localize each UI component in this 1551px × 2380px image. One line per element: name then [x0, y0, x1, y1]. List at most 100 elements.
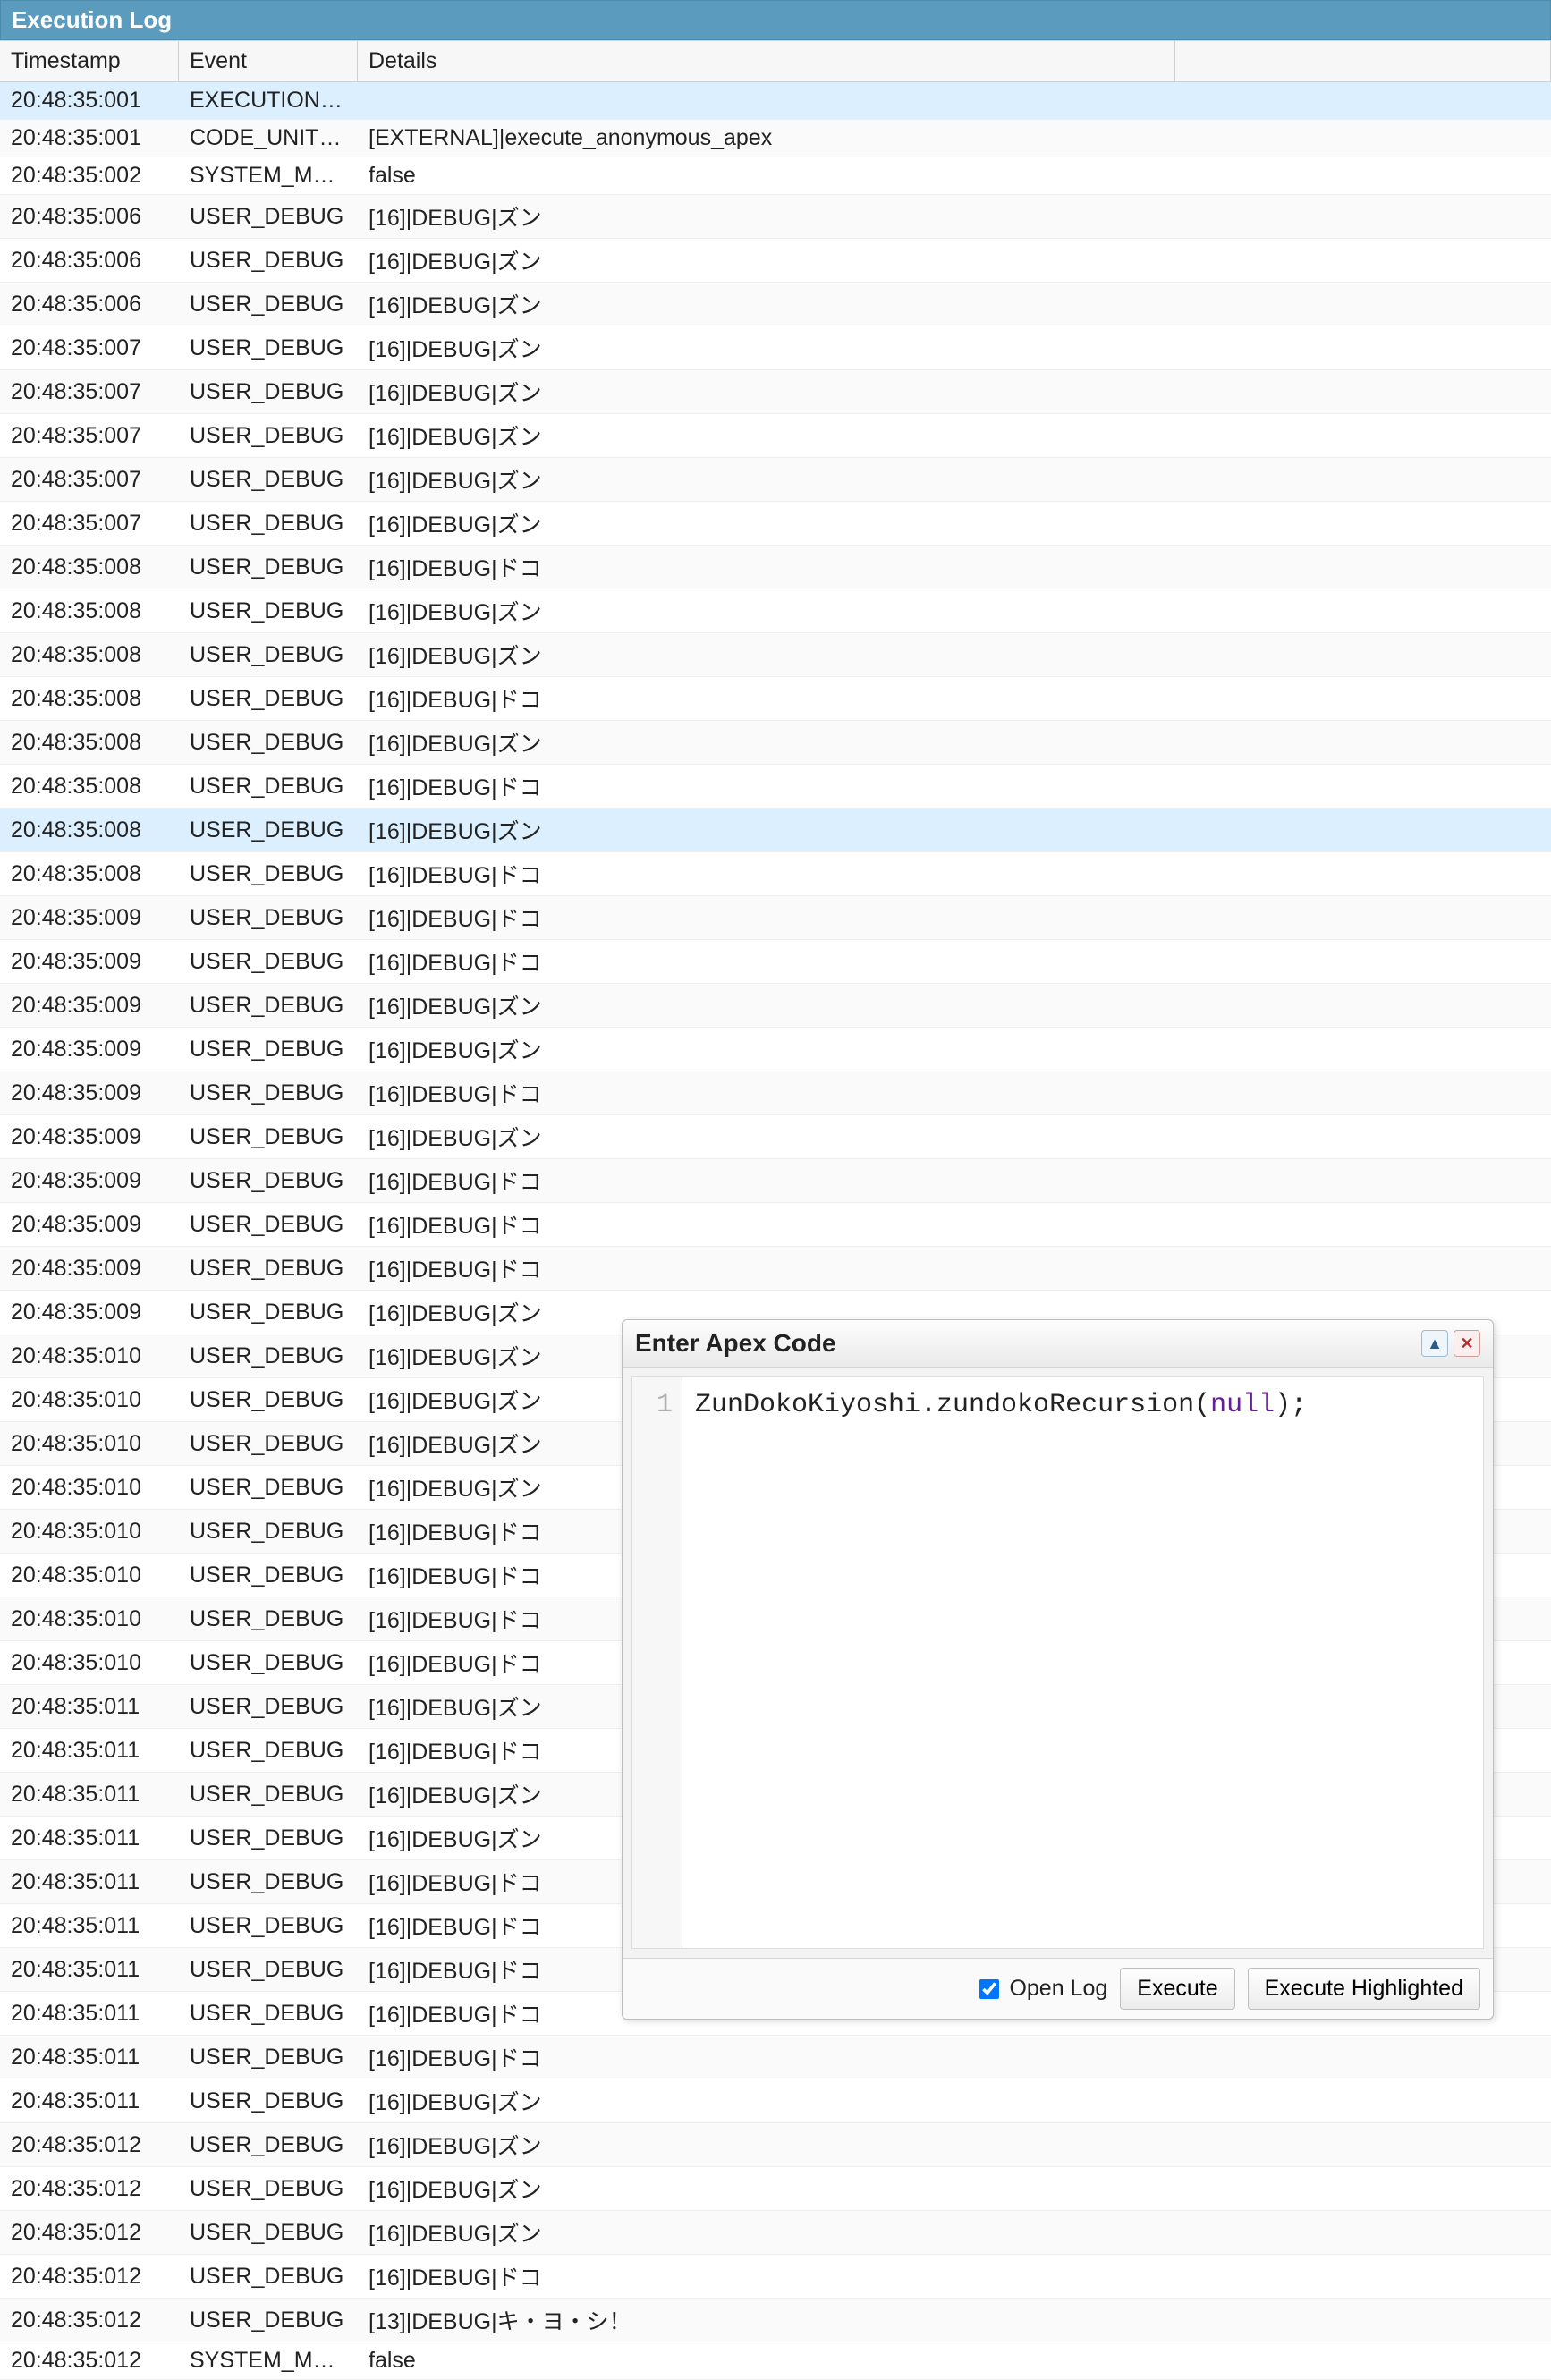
cell-timestamp: 20:48:35:011: [0, 1732, 179, 1769]
cell-timestamp: 20:48:35:008: [0, 681, 179, 717]
cell-event: USER_DEBUG: [179, 505, 358, 542]
table-row[interactable]: 20:48:35:002SYSTEM_MODE...false: [0, 157, 1551, 195]
panel-title: Execution Log: [0, 0, 1551, 40]
table-row[interactable]: 20:48:35:009USER_DEBUG[16]|DEBUG|ドコ: [0, 1203, 1551, 1247]
table-row[interactable]: 20:48:35:007USER_DEBUG[16]|DEBUG|ズン: [0, 502, 1551, 546]
cell-event: USER_DEBUG: [179, 286, 358, 323]
cell-event: USER_DEBUG: [179, 812, 358, 849]
editor-gutter: 1: [632, 1377, 682, 1948]
cell-timestamp: 20:48:35:007: [0, 374, 179, 411]
cell-details: [EXTERNAL]|execute_anonymous_apex: [358, 120, 1551, 157]
table-row[interactable]: 20:48:35:009USER_DEBUG[16]|DEBUG|ズン: [0, 984, 1551, 1028]
cell-timestamp: 20:48:35:012: [0, 2342, 179, 2379]
cell-details: [358, 96, 1551, 106]
table-row[interactable]: 20:48:35:008USER_DEBUG[16]|DEBUG|ズン: [0, 633, 1551, 677]
code-text-suffix: );: [1275, 1390, 1307, 1420]
execute-button[interactable]: Execute: [1120, 1968, 1234, 2010]
table-row[interactable]: 20:48:35:001CODE_UNIT_ST...[EXTERNAL]|ex…: [0, 120, 1551, 157]
cell-timestamp: 20:48:35:011: [0, 2039, 179, 2076]
cell-event: USER_DEBUG: [179, 2258, 358, 2295]
table-row[interactable]: 20:48:35:008USER_DEBUG[16]|DEBUG|ズン: [0, 721, 1551, 765]
close-icon[interactable]: ✕: [1454, 1330, 1480, 1357]
table-row[interactable]: 20:48:35:009USER_DEBUG[16]|DEBUG|ドコ: [0, 1159, 1551, 1203]
table-row[interactable]: 20:48:35:006USER_DEBUG[16]|DEBUG|ズン: [0, 239, 1551, 283]
cell-details: [16]|DEBUG|ドコ: [358, 940, 1551, 983]
cell-event: USER_DEBUG: [179, 900, 358, 936]
cell-details: [16]|DEBUG|ドコ: [358, 1203, 1551, 1246]
table-row[interactable]: 20:48:35:009USER_DEBUG[16]|DEBUG|ドコ: [0, 896, 1551, 940]
table-row[interactable]: 20:48:35:007USER_DEBUG[16]|DEBUG|ズン: [0, 326, 1551, 370]
table-row[interactable]: 20:48:35:012SYSTEM_MODE...false: [0, 2342, 1551, 2380]
table-row[interactable]: 20:48:35:009USER_DEBUG[16]|DEBUG|ドコ: [0, 1071, 1551, 1115]
cell-event: USER_DEBUG: [179, 418, 358, 454]
cell-event: USER_DEBUG: [179, 1075, 358, 1112]
cell-details: [16]|DEBUG|ドコ: [358, 2036, 1551, 2079]
table-row[interactable]: 20:48:35:008USER_DEBUG[16]|DEBUG|ズン: [0, 589, 1551, 633]
cell-event: USER_DEBUG: [179, 1995, 358, 2032]
column-header-timestamp[interactable]: Timestamp: [0, 41, 179, 81]
table-row[interactable]: 20:48:35:007USER_DEBUG[16]|DEBUG|ズン: [0, 458, 1551, 502]
table-row[interactable]: 20:48:35:008USER_DEBUG[16]|DEBUG|ドコ: [0, 852, 1551, 896]
cell-event: USER_DEBUG: [179, 2171, 358, 2207]
cell-timestamp: 20:48:35:008: [0, 637, 179, 673]
cell-details: [16]|DEBUG|ドコ: [358, 896, 1551, 939]
table-row[interactable]: 20:48:35:012USER_DEBUG[16]|DEBUG|ズン: [0, 2211, 1551, 2255]
code-area[interactable]: ZunDokoKiyoshi.zundokoRecursion(null);: [682, 1377, 1483, 1948]
dialog-header[interactable]: Enter Apex Code ▲ ✕: [623, 1320, 1493, 1368]
table-row[interactable]: 20:48:35:009USER_DEBUG[16]|DEBUG|ドコ: [0, 1247, 1551, 1291]
cell-timestamp: 20:48:35:001: [0, 120, 179, 157]
column-header-event[interactable]: Event: [179, 41, 358, 81]
collapse-icon[interactable]: ▲: [1421, 1330, 1448, 1357]
cell-event: USER_DEBUG: [179, 768, 358, 805]
line-number: 1: [632, 1390, 673, 1420]
open-log-checkbox-input[interactable]: [979, 1979, 999, 1999]
log-grid-body: 20:48:35:001EXECUTION_ST...20:48:35:001C…: [0, 82, 1551, 2380]
cell-timestamp: 20:48:35:001: [0, 82, 179, 119]
code-editor[interactable]: 1 ZunDokoKiyoshi.zundokoRecursion(null);: [631, 1376, 1484, 1949]
cell-details: [16]|DEBUG|ドコ: [358, 1071, 1551, 1114]
cell-details: false: [358, 2342, 1551, 2379]
cell-timestamp: 20:48:35:010: [0, 1426, 179, 1462]
cell-timestamp: 20:48:35:012: [0, 2302, 179, 2339]
cell-details: [16]|DEBUG|ズン: [358, 370, 1551, 413]
cell-details: [16]|DEBUG|ズン: [358, 2167, 1551, 2210]
table-row[interactable]: 20:48:35:008USER_DEBUG[16]|DEBUG|ドコ: [0, 546, 1551, 589]
table-row[interactable]: 20:48:35:011USER_DEBUG[16]|DEBUG|ドコ: [0, 2036, 1551, 2079]
cell-timestamp: 20:48:35:011: [0, 1995, 179, 2032]
table-row[interactable]: 20:48:35:007USER_DEBUG[16]|DEBUG|ズン: [0, 370, 1551, 414]
cell-timestamp: 20:48:35:011: [0, 1689, 179, 1725]
table-row[interactable]: 20:48:35:012USER_DEBUG[16]|DEBUG|ドコ: [0, 2255, 1551, 2299]
table-row[interactable]: 20:48:35:009USER_DEBUG[16]|DEBUG|ドコ: [0, 940, 1551, 984]
table-row[interactable]: 20:48:35:001EXECUTION_ST...: [0, 82, 1551, 120]
cell-timestamp: 20:48:35:012: [0, 2258, 179, 2295]
cell-event: USER_DEBUG: [179, 462, 358, 498]
table-row[interactable]: 20:48:35:008USER_DEBUG[16]|DEBUG|ドコ: [0, 677, 1551, 721]
table-row[interactable]: 20:48:35:008USER_DEBUG[16]|DEBUG|ズン: [0, 809, 1551, 852]
cell-timestamp: 20:48:35:010: [0, 1382, 179, 1419]
cell-timestamp: 20:48:35:008: [0, 812, 179, 849]
cell-event: USER_DEBUG: [179, 1338, 358, 1375]
cell-details: [16]|DEBUG|ズン: [358, 1028, 1551, 1071]
execute-highlighted-button[interactable]: Execute Highlighted: [1248, 1968, 1480, 2010]
cell-event: USER_DEBUG: [179, 1952, 358, 1988]
column-header-details[interactable]: Details: [358, 41, 1175, 81]
table-row[interactable]: 20:48:35:008USER_DEBUG[16]|DEBUG|ドコ: [0, 765, 1551, 809]
table-row[interactable]: 20:48:35:012USER_DEBUG[16]|DEBUG|ズン: [0, 2167, 1551, 2211]
cell-timestamp: 20:48:35:006: [0, 286, 179, 323]
table-row[interactable]: 20:48:35:012USER_DEBUG[13]|DEBUG|キ・ヨ・シ！: [0, 2299, 1551, 2342]
table-row[interactable]: 20:48:35:012USER_DEBUG[16]|DEBUG|ズン: [0, 2123, 1551, 2167]
table-row[interactable]: 20:48:35:007USER_DEBUG[16]|DEBUG|ズン: [0, 414, 1551, 458]
cell-details: [16]|DEBUG|ズン: [358, 326, 1551, 369]
cell-timestamp: 20:48:35:009: [0, 1163, 179, 1199]
log-grid-header: Timestamp Event Details: [0, 40, 1551, 82]
cell-details: [16]|DEBUG|ズン: [358, 1115, 1551, 1158]
cell-event: USER_DEBUG: [179, 593, 358, 630]
cell-event: USER_DEBUG: [179, 681, 358, 717]
execution-log-panel: Execution Log Timestamp Event Details 20…: [0, 0, 1551, 2380]
table-row[interactable]: 20:48:35:009USER_DEBUG[16]|DEBUG|ズン: [0, 1028, 1551, 1071]
table-row[interactable]: 20:48:35:006USER_DEBUG[16]|DEBUG|ズン: [0, 283, 1551, 326]
open-log-checkbox[interactable]: Open Log: [976, 1976, 1107, 2002]
table-row[interactable]: 20:48:35:011USER_DEBUG[16]|DEBUG|ズン: [0, 2079, 1551, 2123]
table-row[interactable]: 20:48:35:006USER_DEBUG[16]|DEBUG|ズン: [0, 195, 1551, 239]
table-row[interactable]: 20:48:35:009USER_DEBUG[16]|DEBUG|ズン: [0, 1115, 1551, 1159]
